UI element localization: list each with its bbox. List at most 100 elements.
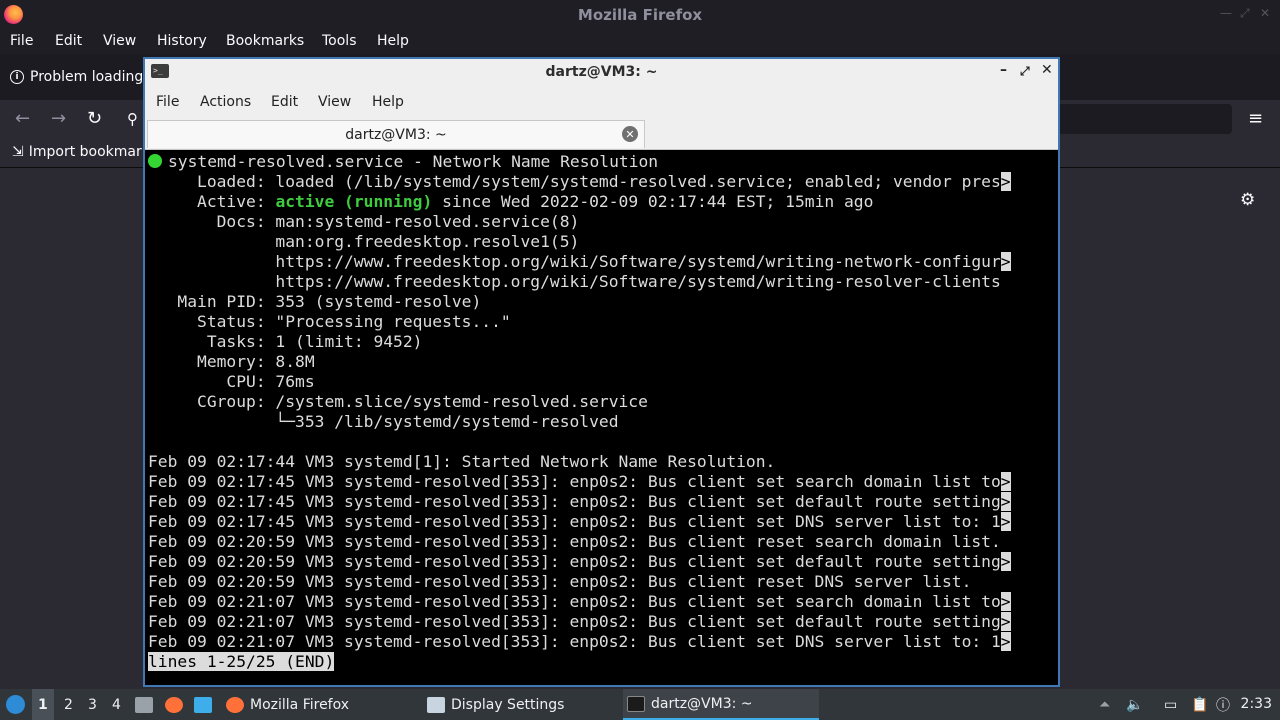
menu-file[interactable]: File <box>10 33 33 49</box>
menu-help[interactable]: Help <box>377 33 409 49</box>
import-icon: ⇲ <box>12 144 24 160</box>
terminal-titlebar: >_ dartz@VM3: ~ – ⤢ ✕ <box>145 59 1058 86</box>
terminal-menu-help[interactable]: Help <box>372 94 404 110</box>
truncation-marker: > <box>1000 592 1011 611</box>
firefox-menubar: File Edit View History Bookmarks Tools H… <box>0 29 1280 54</box>
terminal-line: Feb 09 02:20:59 VM3 systemd-resolved[353… <box>148 552 1011 571</box>
task-firefox[interactable]: Mozilla Firefox <box>222 689 418 720</box>
terminal-line: Loaded: loaded (/lib/systemd/system/syst… <box>148 172 1011 191</box>
firefox-window-title: Mozilla Firefox <box>577 6 703 24</box>
hamburger-menu-icon[interactable]: ≡ <box>1248 108 1263 129</box>
terminal-menu-actions[interactable]: Actions <box>200 94 251 110</box>
file-manager-icon[interactable] <box>135 689 153 720</box>
close-icon[interactable]: ✕ <box>1260 6 1270 20</box>
terminal-line: Memory: 8.8M <box>148 352 315 371</box>
terminal-line: Feb 09 02:17:44 VM3 systemd[1]: Started … <box>148 452 776 471</box>
display-settings-icon <box>427 696 445 713</box>
terminal-menu-edit[interactable]: Edit <box>271 94 298 110</box>
terminal-line: https://www.freedesktop.org/wiki/Softwar… <box>148 252 1011 271</box>
terminal-line: CPU: 76ms <box>148 372 315 391</box>
app-menu-icon[interactable] <box>6 689 25 720</box>
terminal-line: Feb 09 02:21:07 VM3 systemd-resolved[353… <box>148 592 1011 611</box>
terminal-lines: systemd-resolved.service - Network Name … <box>148 152 1011 672</box>
terminal-line: Docs: man:systemd-resolved.service(8) <box>148 212 580 231</box>
minimize-icon[interactable]: – <box>1000 62 1007 78</box>
terminal-menu-view[interactable]: View <box>318 94 351 110</box>
terminal-line: Main PID: 353 (systemd-resolve) <box>148 292 482 311</box>
menu-view[interactable]: View <box>103 33 136 49</box>
workspace-4[interactable]: 4 <box>112 689 121 720</box>
terminal-output[interactable]: systemd-resolved.service - Network Name … <box>145 150 1058 685</box>
forward-icon[interactable]: → <box>51 108 66 129</box>
notification-icon[interactable]: ⓘ <box>1216 689 1230 720</box>
truncation-marker: > <box>1000 472 1011 491</box>
search-icon: ⚲ <box>127 110 138 128</box>
terminal-line: CGroup: /system.slice/systemd-resolved.s… <box>148 392 648 411</box>
clipboard-icon[interactable]: 📋 <box>1191 689 1208 720</box>
terminal-menu-file[interactable]: File <box>156 94 179 110</box>
truncation-marker: > <box>1000 612 1011 631</box>
tray-up-arrow-icon[interactable]: ⏶ <box>1099 689 1110 720</box>
firefox-icon <box>226 696 244 713</box>
task-terminal-label: dartz@VM3: ~ <box>651 695 753 712</box>
import-bookmarks-label: Import bookmark <box>28 144 150 160</box>
truncation-marker: > <box>1000 512 1011 531</box>
terminal-menubar: File Actions Edit View Help <box>145 86 1058 118</box>
firefox-launcher-icon[interactable] <box>165 689 183 720</box>
active-state: active (running) <box>275 192 433 211</box>
desktop-icon[interactable] <box>194 689 212 720</box>
truncation-marker: > <box>1000 632 1011 651</box>
terminal-tab[interactable]: dartz@VM3: ~ ✕ <box>147 120 645 148</box>
firefox-tab[interactable]: i Problem loading <box>0 60 150 94</box>
info-icon: i <box>10 70 24 84</box>
terminal-line: └─353 /lib/systemd/systemd-resolved <box>148 412 619 431</box>
close-icon[interactable]: ✕ <box>1041 62 1053 78</box>
minimize-icon[interactable]: — <box>1220 6 1232 20</box>
menu-history[interactable]: History <box>157 33 207 49</box>
import-bookmarks-button[interactable]: ⇲ Import bookmark <box>12 144 150 160</box>
maximize-icon[interactable]: ⤢ <box>1240 6 1250 21</box>
maximize-icon[interactable]: ⤢ <box>1020 64 1030 79</box>
terminal-line: Feb 09 02:17:45 VM3 systemd-resolved[353… <box>148 472 1011 491</box>
menu-edit[interactable]: Edit <box>55 33 82 49</box>
tab-close-icon[interactable]: ✕ <box>622 126 638 142</box>
truncation-marker: > <box>1000 492 1011 511</box>
task-display-settings[interactable]: Display Settings <box>423 689 619 720</box>
taskbar: 1 2 3 4 Mozilla Firefox Display Settings… <box>0 689 1280 720</box>
terminal-line: Feb 09 02:20:59 VM3 systemd-resolved[353… <box>148 572 972 591</box>
task-firefox-label: Mozilla Firefox <box>250 696 350 713</box>
gear-icon[interactable]: ⚙ <box>1240 190 1255 210</box>
terminal-line: Status: "Processing requests..." <box>148 312 511 331</box>
reload-icon[interactable]: ↻ <box>87 108 102 129</box>
terminal-icon <box>627 695 645 712</box>
service-status-dot-icon <box>148 154 162 168</box>
terminal-line: Feb 09 02:17:45 VM3 systemd-resolved[353… <box>148 512 1011 531</box>
pager-status-line: lines 1-25/25 (END) <box>148 652 335 671</box>
task-terminal[interactable]: dartz@VM3: ~ <box>623 689 819 720</box>
terminal-line: Feb 09 02:21:07 VM3 systemd-resolved[353… <box>148 612 1011 631</box>
terminal-line: Feb 09 02:20:59 VM3 systemd-resolved[353… <box>148 532 1001 551</box>
volume-icon[interactable]: 🔈 <box>1126 689 1143 720</box>
workspace-2[interactable]: 2 <box>64 689 73 720</box>
terminal-line: Feb 09 02:17:45 VM3 systemd-resolved[353… <box>148 492 1011 511</box>
truncation-marker: > <box>1000 172 1011 191</box>
firefox-titlebar: Mozilla Firefox — ⤢ ✕ <box>0 0 1280 29</box>
menu-tools[interactable]: Tools <box>322 33 357 49</box>
workspace-1[interactable]: 1 <box>32 689 54 720</box>
menu-bookmarks[interactable]: Bookmarks <box>226 33 304 49</box>
clock: 2:33 <box>1240 696 1272 712</box>
terminal-line: Active: active (running) since Wed 2022-… <box>148 192 874 211</box>
terminal-line: man:org.freedesktop.resolve1(5) <box>148 232 580 251</box>
workspace-3[interactable]: 3 <box>88 689 97 720</box>
back-icon[interactable]: ← <box>15 108 30 129</box>
truncation-marker: > <box>1000 252 1011 271</box>
task-display-settings-label: Display Settings <box>451 696 565 713</box>
terminal-window-title: dartz@VM3: ~ <box>545 64 658 80</box>
terminal-line: Feb 09 02:21:07 VM3 systemd-resolved[353… <box>148 632 1011 651</box>
terminal-tabbar: dartz@VM3: ~ ✕ <box>145 118 1058 150</box>
network-icon[interactable]: ▭ <box>1164 689 1177 720</box>
terminal-tab-title: dartz@VM3: ~ <box>345 127 447 143</box>
url-bar[interactable] <box>1058 104 1232 134</box>
terminal-line: Tasks: 1 (limit: 9452) <box>148 332 423 351</box>
